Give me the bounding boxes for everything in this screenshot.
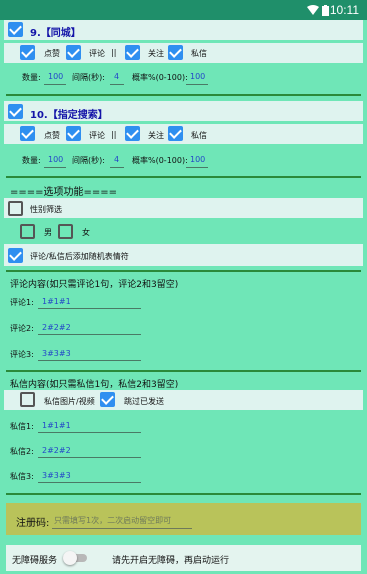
accessibility-toggle[interactable] [60, 549, 90, 567]
message-1-label: 私信1: [10, 422, 34, 431]
section-10-interval-underline [110, 167, 124, 168]
section-9-comment-label: 评论 [89, 49, 105, 58]
section-10-like-label: 点赞 [44, 131, 60, 140]
divider [6, 493, 361, 495]
section-9-count-input[interactable]: 100 [48, 72, 63, 81]
section-9-checkbox[interactable] [8, 22, 23, 37]
male-label: 男 [44, 228, 52, 237]
message-1-input[interactable]: 1#1#1 [42, 421, 71, 430]
section-9-like-label: 点赞 [44, 49, 60, 58]
emoji-option-checkbox[interactable] [8, 248, 23, 263]
clock: 10:11 [329, 3, 359, 17]
divider [6, 94, 361, 96]
register-code-label: 注册码: [16, 518, 50, 529]
section-10-comment-checkbox[interactable] [66, 126, 81, 141]
section-10-follow-checkbox[interactable] [125, 126, 140, 141]
section-10-checkbox[interactable] [8, 104, 23, 119]
section-9-count-label: 数量: [22, 73, 41, 82]
section-9-interval-label: 间隔(秒): [72, 73, 105, 82]
section-10-count-underline [44, 167, 66, 168]
female-checkbox[interactable] [58, 224, 73, 239]
skip-sent-label: 跳过已发送 [124, 397, 164, 406]
divider [6, 270, 361, 272]
register-code-bar: 注册码: 只需填写1次，二次启动留空即可 [6, 503, 361, 535]
register-code-input[interactable]: 只需填写1次，二次启动留空即可 [54, 515, 171, 526]
divider [6, 370, 361, 372]
comment-1-input[interactable]: 1#1#1 [42, 297, 71, 306]
wifi-icon [307, 5, 319, 15]
gender-filter-checkbox[interactable] [8, 201, 23, 216]
section-9-like-checkbox[interactable] [20, 45, 35, 60]
comment-3-label: 评论3: [10, 350, 34, 359]
section-9-message-label: 私信 [191, 49, 207, 58]
section-9-message-checkbox[interactable] [168, 45, 183, 60]
comment-1-label: 评论1: [10, 298, 34, 307]
section-9-separator: || [111, 48, 117, 57]
section-10-comment-label: 评论 [89, 131, 105, 140]
section-9-interval-underline [110, 84, 124, 85]
gender-filter-label: 性别筛选 [30, 205, 62, 214]
message-2-label: 私信2: [10, 447, 34, 456]
register-code-underline [52, 528, 192, 529]
section-9-follow-label: 关注 [148, 49, 164, 58]
msg-media-label: 私信图片/视频 [44, 397, 95, 406]
message-3-label: 私信3: [10, 472, 34, 481]
status-bar: 10:11 [0, 0, 367, 20]
section-10-count-input[interactable]: 100 [48, 155, 63, 164]
section-10-message-checkbox[interactable] [168, 126, 183, 141]
divider [6, 176, 361, 178]
section-10-separator: || [111, 130, 117, 139]
section-10-interval-label: 间隔(秒): [72, 156, 105, 165]
section-9-follow-checkbox[interactable] [125, 45, 140, 60]
msg-media-checkbox[interactable] [20, 392, 35, 407]
message-header: 私信内容(如只需私信1句，私信2和3留空) [10, 380, 179, 390]
section-9-interval-input[interactable]: 4 [114, 72, 119, 81]
message-2-input[interactable]: 2#2#2 [42, 446, 71, 455]
section-9-comment-checkbox[interactable] [66, 45, 81, 60]
comment-header: 评论内容(如只需评论1句，评论2和3留空) [10, 280, 179, 290]
section-10-interval-input[interactable]: 4 [114, 155, 119, 164]
section-10-prob-label: 概率%(0-100): [132, 156, 188, 165]
section-10-message-label: 私信 [191, 131, 207, 140]
comment-3-input[interactable]: 3#3#3 [42, 349, 71, 358]
comment-2-underline [38, 334, 141, 335]
message-1-underline [38, 432, 141, 433]
comment-3-underline [38, 360, 141, 361]
accessibility-hint: 请先开启无障碍，再启动运行 [112, 556, 230, 566]
message-3-input[interactable]: 3#3#3 [42, 471, 71, 480]
comment-2-label: 评论2: [10, 324, 34, 333]
section-10-like-checkbox[interactable] [20, 126, 35, 141]
section-9-count-underline [44, 84, 66, 85]
section-10-title: 10.【指定搜索】 [30, 110, 108, 121]
emoji-option-label: 评论/私信后添加随机表情符 [30, 252, 129, 261]
section-9-prob-underline [186, 84, 208, 85]
comment-2-input[interactable]: 2#2#2 [42, 323, 71, 332]
message-3-underline [38, 482, 141, 483]
section-9-prob-label: 概率%(0-100): [132, 73, 188, 82]
section-9-title: 9.【同城】 [30, 28, 81, 39]
message-2-underline [38, 457, 141, 458]
section-9-prob-input[interactable]: 100 [190, 72, 205, 81]
section-10-follow-label: 关注 [148, 131, 164, 140]
battery-icon [322, 5, 329, 16]
options-header: ====选项功能==== [10, 187, 118, 198]
section-10-prob-underline [186, 167, 208, 168]
comment-1-underline [38, 308, 141, 309]
female-label: 女 [82, 228, 90, 237]
skip-sent-checkbox[interactable] [100, 392, 115, 407]
male-checkbox[interactable] [20, 224, 35, 239]
accessibility-label: 无障碍服务 [12, 556, 58, 566]
section-10-prob-input[interactable]: 100 [190, 155, 205, 164]
accessibility-row: 无障碍服务 请先开启无障碍，再启动运行 [6, 545, 361, 571]
section-10-count-label: 数量: [22, 156, 41, 165]
